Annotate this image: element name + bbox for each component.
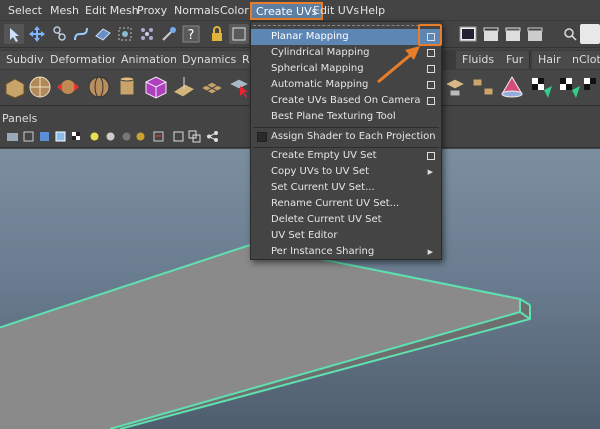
menu-item-label: Set Current UV Set... xyxy=(271,182,375,193)
menu-color[interactable]: Color xyxy=(220,3,249,19)
menu-select[interactable]: Select xyxy=(8,3,42,19)
menu-item-label: Best Plane Texturing Tool xyxy=(271,111,396,122)
tab-hair[interactable]: Hair xyxy=(532,51,568,69)
menu-item-create-empty-uv-set[interactable]: Create Empty UV Set xyxy=(251,148,441,164)
panels-menu[interactable]: Panels xyxy=(2,112,37,125)
share-icon[interactable] xyxy=(206,130,219,143)
checker-extra-icon[interactable] xyxy=(582,74,600,100)
option-box-icon[interactable] xyxy=(427,152,435,160)
submenu-arrow-icon: ▶ xyxy=(427,168,433,176)
planar-plane-icon[interactable] xyxy=(171,74,197,100)
checker-display-icon[interactable] xyxy=(70,130,83,143)
menu-item-label: Create Empty UV Set xyxy=(271,150,377,161)
dots-tool-icon[interactable] xyxy=(137,24,157,44)
ipr-render-icon[interactable] xyxy=(503,24,523,44)
menu-item-label: Per Instance Sharing xyxy=(271,246,375,257)
shadow-icon[interactable] xyxy=(120,130,133,143)
checkbox-icon[interactable] xyxy=(257,132,267,142)
menu-item-copy-uvs[interactable]: Copy UVs to UV Set ▶ xyxy=(251,164,441,180)
default-light-icon[interactable] xyxy=(104,130,117,143)
grid-plane-icon[interactable] xyxy=(199,74,225,100)
menu-item-label: Delete Current UV Set xyxy=(271,214,382,225)
menu-item-delete-uv-set[interactable]: Delete Current UV Set xyxy=(251,212,441,228)
menu-item-create-uvs-camera[interactable]: Create UVs Based On Camera xyxy=(251,93,441,109)
menu-item-label: Copy UVs to UV Set xyxy=(271,166,370,177)
arrow-icon xyxy=(377,46,420,84)
lock-icon[interactable] xyxy=(207,24,227,44)
textured-icon[interactable] xyxy=(54,130,67,143)
sphere-uv-icon[interactable] xyxy=(27,74,53,100)
option-box-icon[interactable] xyxy=(427,97,435,105)
wireframe-icon[interactable] xyxy=(22,130,35,143)
menu-normals[interactable]: Normals xyxy=(174,3,220,19)
paint-tool-icon[interactable] xyxy=(159,24,179,44)
lasso-tool-icon[interactable] xyxy=(49,24,69,44)
curve-tool-icon[interactable] xyxy=(71,24,91,44)
deform-tool-icon[interactable] xyxy=(115,24,135,44)
light-icon[interactable] xyxy=(88,130,101,143)
unfold-uv-icon[interactable] xyxy=(442,74,468,100)
menu-edit-uvs[interactable]: Edit UVs xyxy=(313,3,359,19)
menu-item-label: Assign Shader to Each Projection xyxy=(271,131,436,142)
menu-item-per-instance-sharing[interactable]: Per Instance Sharing ▶ xyxy=(251,244,441,260)
render-view-icon[interactable] xyxy=(458,24,478,44)
cube-uv-icon[interactable] xyxy=(2,74,28,100)
menu-item-label: Cylindrical Mapping xyxy=(271,47,370,58)
move-uv-icon[interactable] xyxy=(55,74,81,100)
help-icon[interactable]: ? xyxy=(181,24,201,44)
menu-item-best-plane[interactable]: Best Plane Texturing Tool xyxy=(251,109,441,125)
menu-mesh[interactable]: Mesh xyxy=(50,3,79,19)
move-tool-icon[interactable] xyxy=(27,24,47,44)
menu-item-label: Spherical Mapping xyxy=(271,63,364,74)
checker-map-icon[interactable] xyxy=(556,74,582,100)
tab-fluids[interactable]: Fluids xyxy=(456,51,502,69)
menu-item-label: UV Set Editor xyxy=(271,230,338,241)
menu-bar: Select Mesh Edit Mesh Proxy Normals Colo… xyxy=(0,0,600,21)
menu-item-set-current-uv-set[interactable]: Set Current UV Set... xyxy=(251,180,441,196)
submenu-arrow-icon: ▶ xyxy=(427,248,433,256)
input-search-icon[interactable] xyxy=(560,24,580,44)
menu-item-assign-shader[interactable]: Assign Shader to Each Projection xyxy=(251,129,441,145)
menu-item-label: Rename Current UV Set... xyxy=(271,198,400,209)
menu-proxy[interactable]: Proxy xyxy=(137,3,167,19)
menu-item-label: Planar Mapping xyxy=(271,31,349,42)
menu-divider xyxy=(253,127,439,128)
layout-uv-icon[interactable] xyxy=(470,74,496,100)
isolate-icon[interactable] xyxy=(152,130,165,143)
ambient-icon[interactable] xyxy=(134,130,147,143)
tear-off-handle[interactable] xyxy=(253,25,439,27)
svg-text:?: ? xyxy=(188,28,195,43)
input-field-icon[interactable] xyxy=(580,24,600,44)
menu-item-uv-set-editor[interactable]: UV Set Editor xyxy=(251,228,441,244)
surface-tool-icon[interactable] xyxy=(93,24,113,44)
xray-joints-icon[interactable] xyxy=(188,130,201,143)
cone-icon[interactable] xyxy=(499,74,525,100)
snap-icon[interactable] xyxy=(229,24,249,44)
smooth-shade-icon[interactable] xyxy=(38,130,51,143)
tab-animation[interactable]: Animation xyxy=(115,51,185,69)
menu-edit-mesh[interactable]: Edit Mesh xyxy=(85,3,139,19)
menu-item-label: Automatic Mapping xyxy=(271,79,369,90)
tab-deformation[interactable]: Deformation xyxy=(44,51,126,69)
cylinder-map-icon[interactable] xyxy=(114,74,140,100)
tab-fur[interactable]: Fur xyxy=(500,51,531,69)
render-settings-icon[interactable] xyxy=(525,24,545,44)
checker-uv-icon[interactable] xyxy=(528,74,554,100)
render-clapper-icon[interactable] xyxy=(481,24,501,44)
menu-item-rename-uv-set[interactable]: Rename Current UV Set... xyxy=(251,196,441,212)
menu-help[interactable]: Help xyxy=(360,3,385,19)
tab-ncloth[interactable]: nClot xyxy=(566,51,600,69)
purple-cube-icon[interactable] xyxy=(143,74,169,100)
tab-dynamics[interactable]: Dynamics xyxy=(176,51,244,69)
xray-icon[interactable] xyxy=(172,130,185,143)
camera-icon[interactable] xyxy=(6,130,19,143)
menu-item-label: Create UVs Based On Camera xyxy=(271,95,421,106)
select-uv-icon[interactable] xyxy=(226,74,252,100)
sphere-map-icon[interactable] xyxy=(86,74,112,100)
select-tool-icon[interactable] xyxy=(4,24,24,44)
